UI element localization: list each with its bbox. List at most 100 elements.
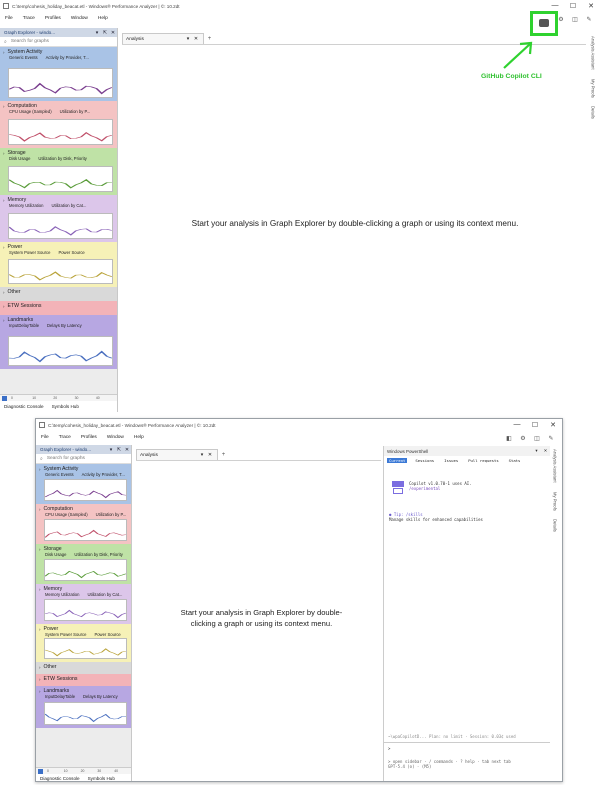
category-6[interactable]: › ETW Sessions bbox=[0, 301, 117, 315]
terminal-tab-pull-requests[interactable]: Pull requests bbox=[466, 458, 500, 463]
maximize-button[interactable]: ☐ bbox=[526, 421, 544, 429]
minimize-button[interactable]: — bbox=[508, 421, 526, 429]
menu-file[interactable]: File bbox=[5, 16, 13, 21]
chevron-right-icon[interactable]: › bbox=[3, 198, 5, 203]
chevron-right-icon[interactable]: › bbox=[3, 245, 5, 250]
terminal-tab-current[interactable]: Current bbox=[387, 458, 408, 463]
graph-thumbnail[interactable] bbox=[44, 702, 127, 725]
tab-diagnostic-console[interactable]: Diagnostic Console bbox=[0, 404, 48, 409]
tab-analysis[interactable]: Analysis ▾ ✕ bbox=[136, 449, 218, 460]
tab-symbols-hub[interactable]: Symbols Hub bbox=[48, 404, 83, 409]
menu-trace[interactable]: Trace bbox=[59, 435, 71, 440]
close-icon[interactable]: ✕ bbox=[123, 447, 131, 453]
terminal-tab-sessions[interactable]: Sessions bbox=[413, 458, 436, 463]
chevron-right-icon[interactable]: › bbox=[3, 50, 5, 55]
chevron-right-icon[interactable]: › bbox=[3, 151, 5, 156]
chevron-right-icon[interactable]: › bbox=[39, 467, 41, 472]
category-0[interactable]: › System Activity Generic Events Activity b… bbox=[0, 47, 117, 101]
terminal-tab-issues[interactable]: Issues bbox=[442, 458, 460, 463]
brush-icon[interactable]: ✎ bbox=[544, 435, 558, 442]
graph-thumbnail[interactable] bbox=[44, 479, 127, 501]
layout-icon[interactable]: ◫ bbox=[568, 16, 582, 23]
graph-thumbnail[interactable] bbox=[44, 559, 127, 581]
category-2[interactable]: › Storage Disk Usage Utilization by Disk, P… bbox=[36, 544, 131, 584]
rail-my-proofs[interactable]: My Proofs bbox=[553, 492, 558, 511]
terminal-prompt-input[interactable]: > bbox=[388, 746, 390, 751]
menu-profiles[interactable]: Profiles bbox=[81, 435, 97, 440]
graph-thumbnail[interactable] bbox=[44, 519, 127, 541]
graph-thumbnail[interactable] bbox=[8, 119, 113, 145]
menu-file[interactable]: File bbox=[41, 435, 49, 440]
category-3[interactable]: › Memory Memory Utilization Utilization by … bbox=[36, 584, 131, 624]
chevron-right-icon[interactable]: › bbox=[39, 677, 41, 682]
layout-icon[interactable]: ◫ bbox=[530, 435, 544, 442]
category-0[interactable]: › System Activity Generic Events Activity b… bbox=[36, 464, 131, 504]
chevron-right-icon[interactable]: › bbox=[39, 627, 41, 632]
category-6[interactable]: › ETW Sessions bbox=[36, 674, 131, 686]
pin-icon[interactable]: ⇱ bbox=[101, 30, 109, 36]
category-1[interactable]: › Computation CPU Usage (Sampled) Utilizati… bbox=[36, 504, 131, 544]
menu-help[interactable]: Help bbox=[134, 435, 144, 440]
close-button[interactable]: ✕ bbox=[582, 2, 600, 10]
category-4[interactable]: › Power System Power Source Power Source bbox=[36, 624, 131, 662]
maximize-button[interactable]: ☐ bbox=[564, 2, 582, 10]
copilot-icon[interactable] bbox=[539, 19, 549, 27]
pin-icon[interactable]: ⇱ bbox=[115, 447, 123, 453]
chevron-right-icon[interactable]: › bbox=[3, 290, 5, 295]
graph-thumbnail[interactable] bbox=[44, 599, 127, 621]
category-3[interactable]: › Memory Memory Utilization Utilization by … bbox=[0, 195, 117, 242]
graph-search-box[interactable]: ⌕ Search for graphs bbox=[36, 454, 131, 464]
menu-profiles[interactable]: Profiles bbox=[45, 16, 61, 21]
terminal-tab-stats[interactable]: Stats bbox=[507, 458, 523, 463]
tab-diagnostic-console[interactable]: Diagnostic Console bbox=[36, 776, 84, 781]
category-7[interactable]: › Landmarks InputDelayTable Delays By Laten… bbox=[0, 315, 117, 369]
chevron-down-icon[interactable]: ▾ bbox=[107, 447, 115, 453]
chevron-right-icon[interactable]: › bbox=[39, 587, 41, 592]
category-5[interactable]: › Other bbox=[0, 287, 117, 301]
close-button[interactable]: ✕ bbox=[544, 421, 562, 429]
rail-analysis-assistant[interactable]: Analysis Assistant bbox=[553, 449, 558, 483]
settings-icon[interactable]: ⚙ bbox=[516, 435, 530, 442]
close-icon[interactable]: ✕ bbox=[541, 448, 550, 454]
category-1[interactable]: › Computation CPU Usage (Sampled) Utilizati… bbox=[0, 101, 117, 148]
graph-thumbnail[interactable] bbox=[8, 259, 113, 284]
tab-analysis[interactable]: Analysis ▾ ✕ bbox=[122, 33, 204, 44]
brush-icon[interactable]: ✎ bbox=[582, 16, 596, 23]
chevron-down-icon[interactable]: ▾ bbox=[532, 448, 541, 454]
rail-details[interactable]: Details bbox=[591, 106, 596, 119]
rail-analysis-assistant[interactable]: Analysis Assistant bbox=[591, 36, 596, 70]
chevron-right-icon[interactable]: › bbox=[3, 318, 5, 323]
add-tab-button[interactable]: + bbox=[204, 36, 215, 42]
close-icon[interactable]: ✕ bbox=[192, 36, 200, 42]
chevron-right-icon[interactable]: › bbox=[3, 304, 5, 309]
graph-thumbnail[interactable] bbox=[8, 68, 113, 98]
category-7[interactable]: › Landmarks InputDelayTable Delays By Laten… bbox=[36, 686, 131, 728]
chevron-down-icon[interactable]: ▾ bbox=[93, 30, 101, 36]
category-2[interactable]: › Storage Disk Usage Utilization by Disk, P… bbox=[0, 148, 117, 195]
chevron-right-icon[interactable]: › bbox=[3, 104, 5, 109]
add-tab-button[interactable]: + bbox=[218, 452, 229, 458]
close-icon[interactable]: ✕ bbox=[206, 452, 214, 458]
rail-my-proofs[interactable]: My Proofs bbox=[591, 79, 596, 98]
close-icon[interactable]: ✕ bbox=[109, 30, 117, 36]
graph-search-box[interactable]: ⌕ Search for graphs bbox=[0, 37, 117, 47]
tab-symbols-hub[interactable]: Symbols Hub bbox=[84, 776, 119, 781]
menu-window[interactable]: Window bbox=[71, 16, 88, 21]
menu-window[interactable]: Window bbox=[107, 435, 124, 440]
rail-details[interactable]: Details bbox=[553, 519, 558, 532]
chevron-right-icon[interactable]: › bbox=[39, 547, 41, 552]
menu-help[interactable]: Help bbox=[98, 16, 108, 21]
graph-thumbnail[interactable] bbox=[8, 166, 113, 192]
chevron-down-icon[interactable]: ▾ bbox=[184, 36, 192, 42]
chevron-down-icon[interactable]: ▾ bbox=[198, 452, 206, 458]
graph-thumbnail[interactable] bbox=[8, 213, 113, 239]
graph-thumbnail[interactable] bbox=[8, 336, 113, 366]
copilot-icon[interactable]: ◧ bbox=[502, 435, 516, 442]
minimize-button[interactable]: — bbox=[546, 2, 564, 10]
chevron-right-icon[interactable]: › bbox=[39, 507, 41, 512]
graph-thumbnail[interactable] bbox=[44, 638, 127, 659]
chevron-right-icon[interactable]: › bbox=[39, 665, 41, 670]
category-4[interactable]: › Power System Power Source Power Source bbox=[0, 242, 117, 287]
category-5[interactable]: › Other bbox=[36, 662, 131, 674]
chevron-right-icon[interactable]: › bbox=[39, 689, 41, 694]
